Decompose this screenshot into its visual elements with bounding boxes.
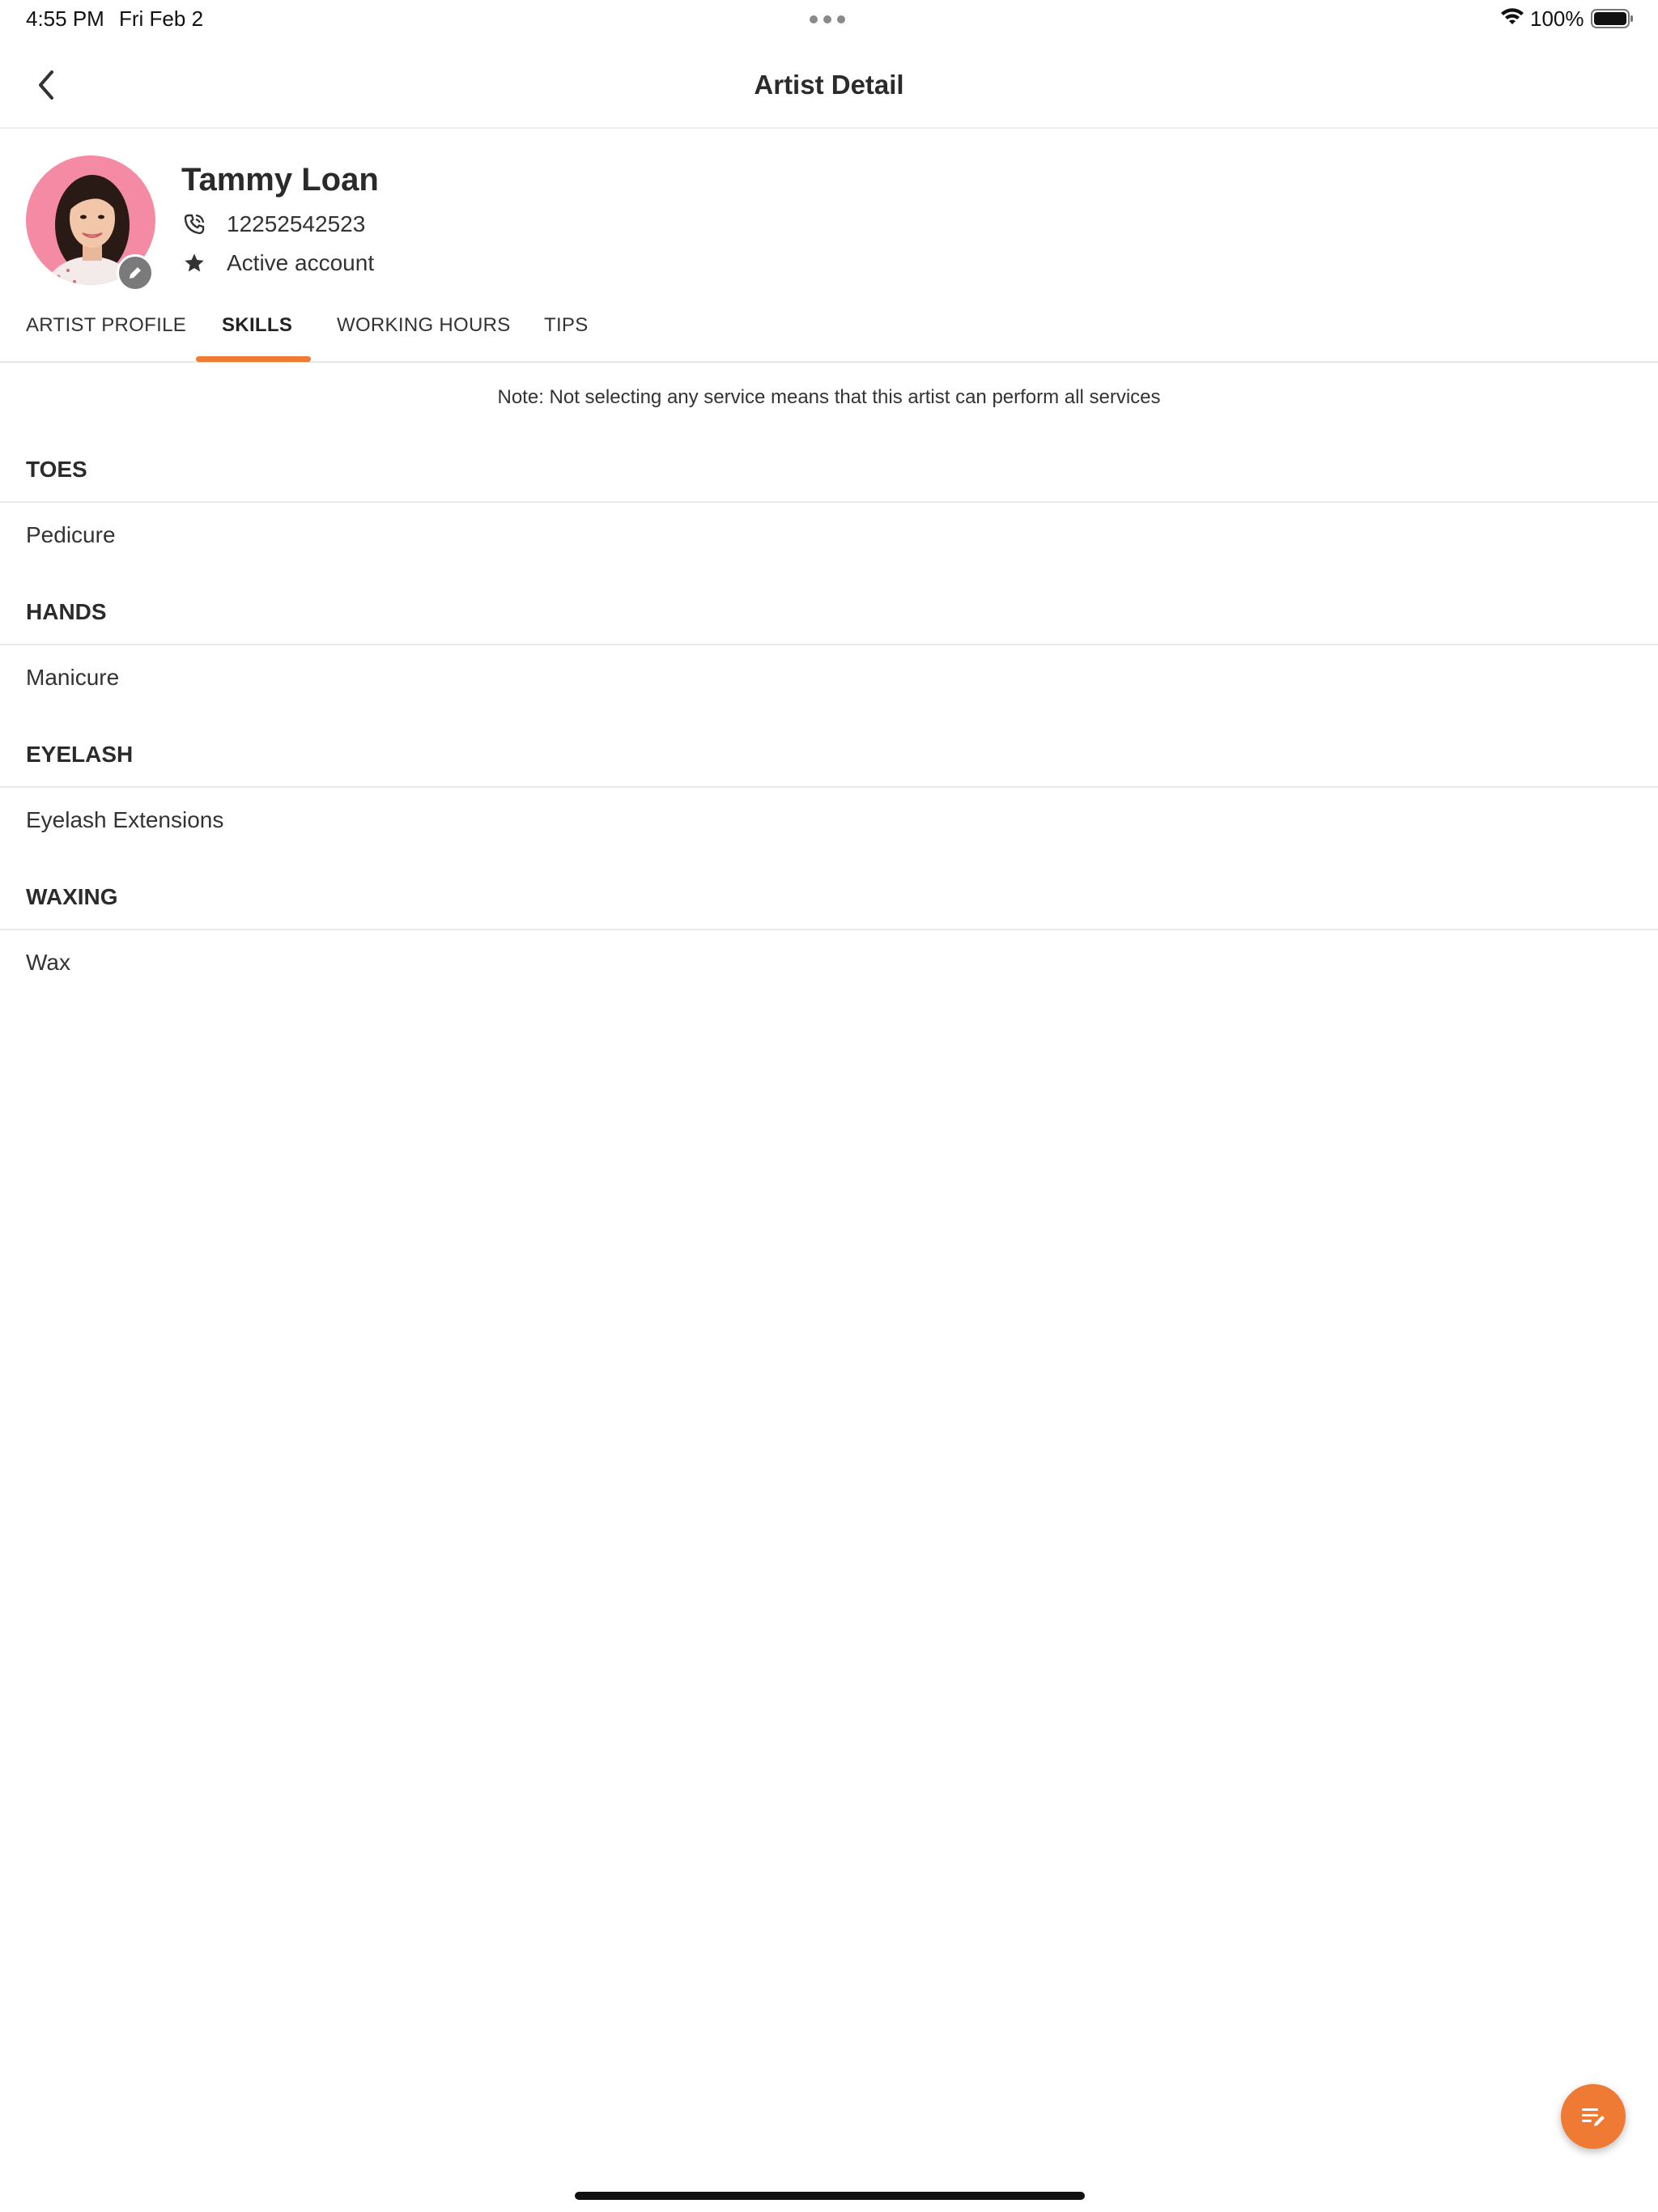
- pencil-icon: [130, 267, 141, 279]
- service-item-wax[interactable]: Wax: [0, 930, 1658, 1002]
- skill-group-eyelash: EYELASH Eyelash Extensions: [0, 717, 1658, 859]
- phone-row: 12252542523: [181, 211, 365, 237]
- status-bar: 4:55 PM Fri Feb 2 100%: [0, 0, 1658, 39]
- artist-name: Tammy Loan: [181, 162, 379, 198]
- home-indicator[interactable]: [575, 2192, 1085, 2200]
- artist-detail-screen: 4:55 PM Fri Feb 2 100% Artist Detail Tam…: [0, 0, 1658, 2212]
- skill-group-waxing: WAXING Wax: [0, 860, 1658, 1002]
- active-tab-indicator: [196, 356, 311, 362]
- tab-bar: ARTIST PROFILE SKILLS WORKING HOURS TIPS: [0, 291, 1658, 363]
- tab-artist-profile[interactable]: ARTIST PROFILE: [26, 314, 186, 337]
- page-title: Artist Detail: [754, 70, 904, 100]
- account-status-row: Active account: [181, 250, 374, 276]
- star-icon: [181, 250, 207, 276]
- group-header: EYELASH: [0, 717, 1658, 788]
- edit-avatar-button[interactable]: [117, 254, 154, 291]
- account-status: Active account: [227, 250, 375, 275]
- edit-list-icon: [1582, 2108, 1605, 2126]
- service-item-pedicure[interactable]: Pedicure: [0, 503, 1658, 574]
- status-date: Fri Feb 2: [119, 6, 204, 31]
- battery-percentage: 100%: [1530, 6, 1584, 31]
- multitasking-dots-icon[interactable]: [810, 15, 845, 23]
- tab-working-hours[interactable]: WORKING HOURS: [337, 314, 511, 337]
- group-header: WAXING: [0, 860, 1658, 930]
- tab-skills[interactable]: SKILLS: [222, 314, 292, 337]
- group-header: TOES: [0, 432, 1658, 503]
- skills-note: Note: Not selecting any service means th…: [497, 386, 1161, 408]
- phone-icon: [181, 211, 207, 237]
- wifi-icon: [1501, 8, 1524, 24]
- tab-tips[interactable]: TIPS: [544, 314, 589, 337]
- group-header: HANDS: [0, 575, 1658, 645]
- navigation-header: Artist Detail: [0, 39, 1658, 129]
- skill-group-hands: HANDS Manicure: [0, 575, 1658, 717]
- skill-group-toes: TOES Pedicure: [0, 432, 1658, 574]
- edit-skills-button[interactable]: [1561, 2084, 1626, 2149]
- battery-icon: [1591, 9, 1633, 28]
- service-item-eyelash-extensions[interactable]: Eyelash Extensions: [0, 788, 1658, 859]
- artist-phone: 12252542523: [227, 211, 366, 236]
- service-item-manicure[interactable]: Manicure: [0, 645, 1658, 717]
- status-time: 4:55 PM: [26, 6, 104, 31]
